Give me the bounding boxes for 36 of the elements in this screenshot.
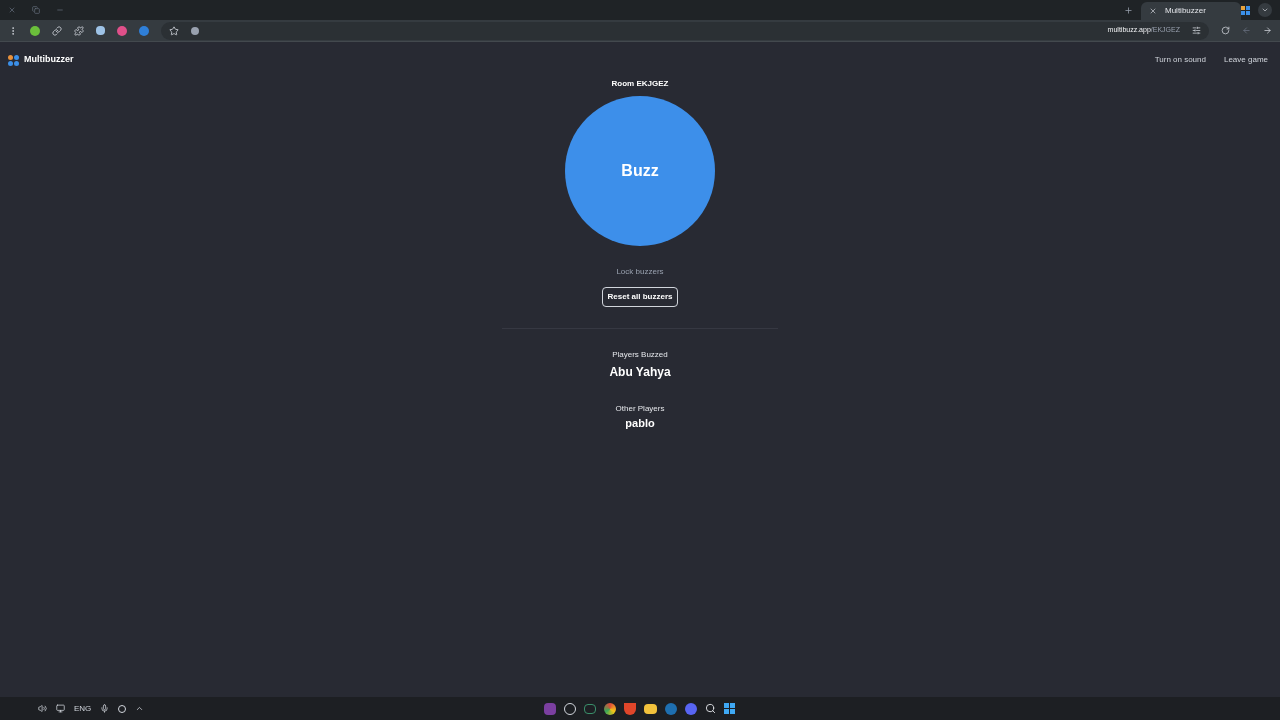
extension-icon[interactable] <box>139 25 149 36</box>
header-link[interactable]: Leave game <box>1223 54 1268 66</box>
link-icon[interactable] <box>52 25 62 36</box>
start-icon[interactable] <box>724 703 736 714</box>
reset-buzzers-button[interactable]: Reset all buzzers <box>601 287 679 307</box>
language-indicator[interactable]: ENG <box>74 702 92 715</box>
search-icon[interactable] <box>705 703 717 714</box>
microphone-icon[interactable] <box>100 704 110 713</box>
site-settings-icon[interactable] <box>1192 26 1201 35</box>
puzzle-icon[interactable] <box>74 25 84 36</box>
reload-icon[interactable] <box>1221 26 1230 35</box>
volume-icon[interactable] <box>38 704 47 713</box>
player-name: pablo <box>625 416 655 431</box>
close-tab-icon[interactable] <box>1149 7 1157 15</box>
display-icon[interactable] <box>56 704 65 713</box>
apps-grid-icon[interactable] <box>1241 5 1250 15</box>
brand-name[interactable]: Multibuzzer <box>24 53 74 67</box>
browser-tab[interactable]: Multibuzzer <box>1141 2 1241 20</box>
logo-icon <box>8 54 19 66</box>
chat-app-icon[interactable] <box>685 702 698 715</box>
extension-icon[interactable] <box>30 25 40 36</box>
room-label: Room EKJGEZ <box>611 78 669 90</box>
player-name: Abu Yahya <box>609 364 671 381</box>
extension-icon[interactable] <box>96 26 105 35</box>
extension-icon[interactable] <box>117 25 127 36</box>
folder-icon[interactable] <box>644 703 658 714</box>
section-heading: Players Buzzed <box>612 349 668 361</box>
lock-buzzers-link[interactable]: Lock buzzers <box>616 266 664 278</box>
app-icon[interactable] <box>584 703 597 714</box>
section-heading: Other Players <box>615 403 665 415</box>
new-tab-icon[interactable] <box>1124 5 1133 15</box>
bookmark-star-icon[interactable] <box>169 25 179 36</box>
forward-icon[interactable] <box>1263 26 1272 35</box>
shield-icon[interactable] <box>624 702 637 715</box>
chevron-up-icon[interactable] <box>135 704 145 713</box>
header-link[interactable]: Turn on sound <box>1154 54 1206 66</box>
